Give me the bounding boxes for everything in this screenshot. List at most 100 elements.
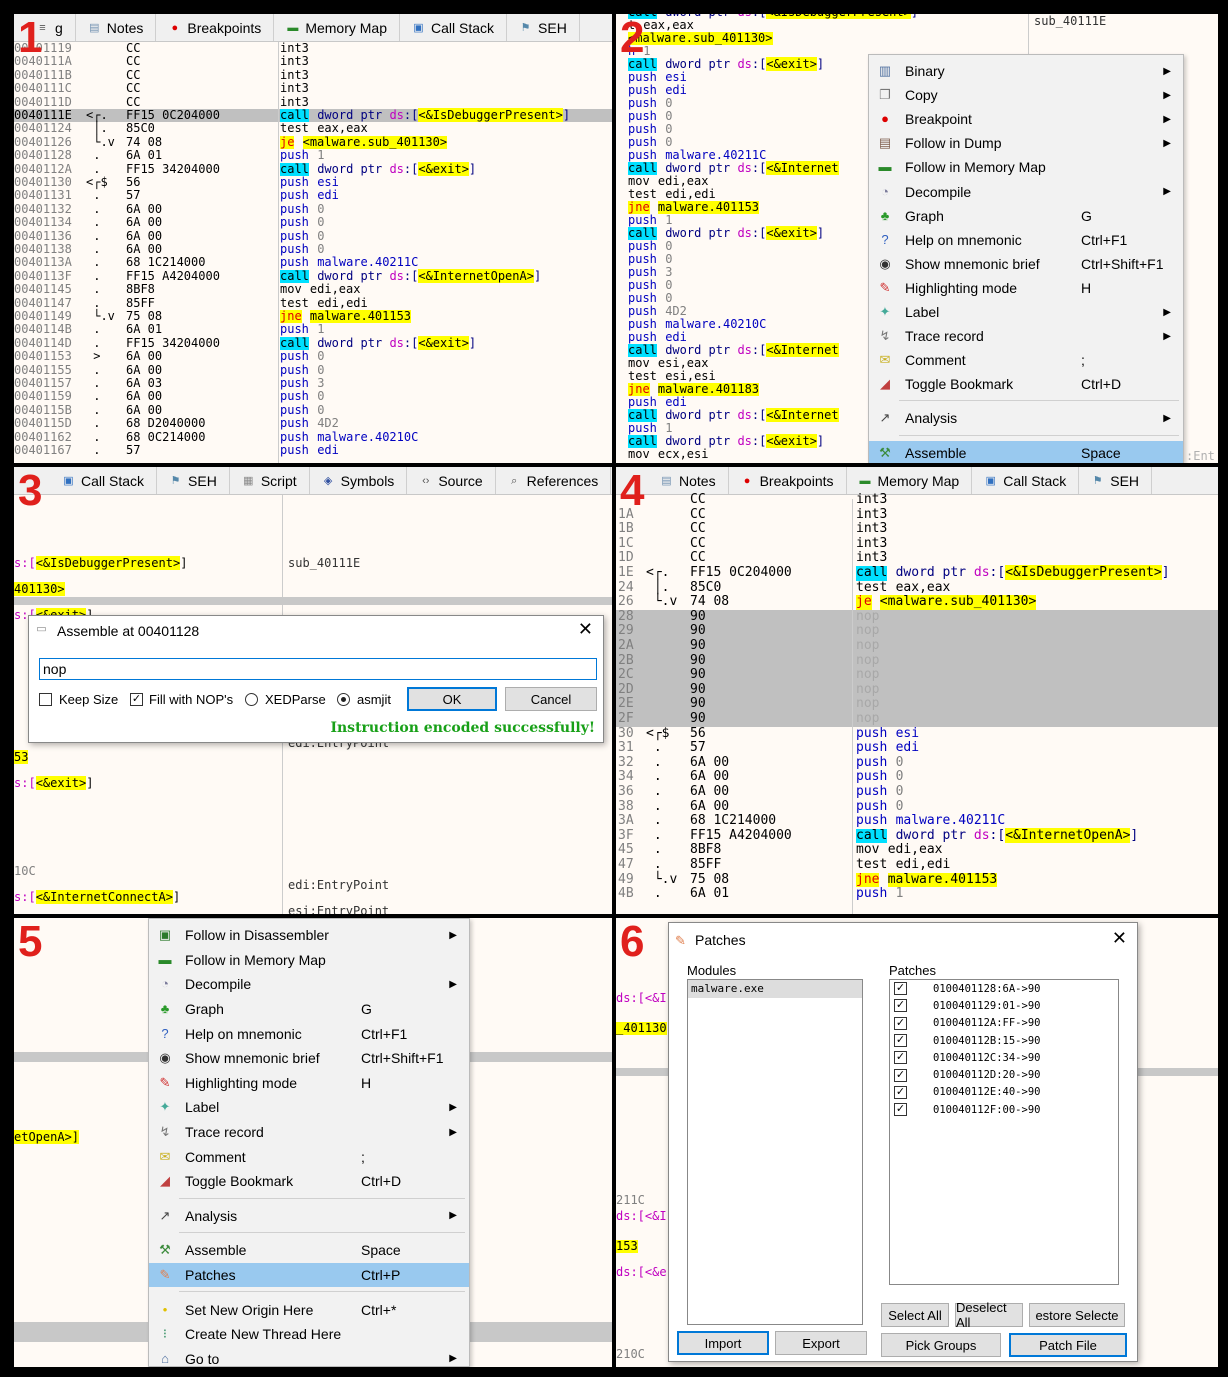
disasm-row[interactable]: 00401145 . 8BF8 mov edi,eax <box>14 282 612 296</box>
disasm-row[interactable]: 32 . 6A 00 push 0 <box>616 755 1218 771</box>
menu-item-set-new-origin-here[interactable]: • Set New Origin Here Ctrl+* <box>149 1297 469 1322</box>
menu-item-binary[interactable]: ▥ Binary ▶ <box>869 59 1183 83</box>
disasm-row[interactable]: 00401147 . 85FF test edi,edi <box>14 296 612 310</box>
tab-references[interactable]: ⌕ References <box>496 467 612 494</box>
disasm-row[interactable]: 3F . FF15 A4204000 call dword ptr ds:[<&Int… <box>616 827 1218 844</box>
disasm-row[interactable]: 47 . 85FF test edi,edi <box>616 857 1218 873</box>
disasm-row[interactable]: 00401126 └.v 74 08 je <malware.sub_401130> <box>14 135 612 150</box>
menu-item-decompile[interactable]: ◔ Decompile ▶ <box>149 972 469 997</box>
menu-item-comment[interactable]: ✉ Comment; <box>149 1144 469 1169</box>
menu-item-highlighting-mode[interactable]: ✎ Highlighting mode H <box>149 1071 469 1096</box>
menu-item-assemble[interactable]: ⚒ Assemble Space <box>869 440 1183 463</box>
menu-item-label[interactable]: ✦ Label ▶ <box>869 300 1183 324</box>
disasm-row[interactable]: 0040111B CC int3 <box>14 68 612 82</box>
patch-item[interactable]: ✓ 0100401128:6A->90 <box>890 980 1118 997</box>
deselect-all-button[interactable]: Deselect All <box>955 1300 1023 1330</box>
disasm-row[interactable]: 2F 90 nop <box>616 711 1218 727</box>
disasm-row[interactable]: 30 <┌$ 56 push esi <box>616 726 1218 742</box>
disasm-row[interactable]: <malware.sub_401130> <box>628 31 888 46</box>
disasm-row[interactable]: 31 . 57 push edi <box>616 741 1218 756</box>
menu-item-analysis[interactable]: ↗ Analysis ▶ <box>149 1204 469 1229</box>
cancel-button[interactable]: Cancel <box>505 687 597 711</box>
disasm-row[interactable]: 00401167 . 57 push edi <box>14 443 612 457</box>
menu-item-help-on-mnemonic[interactable]: ? Help on mnemonic Ctrl+F1 <box>869 228 1183 252</box>
tab-breakpoints[interactable]: ● Breakpoints <box>729 467 847 494</box>
disasm-row[interactable]: 0040111A CC int3 <box>14 54 612 68</box>
disasm-row[interactable]: 00401149 └.v 75 08 jne malware.401153 <box>14 309 612 324</box>
menu-item-follow-in-memory-map[interactable]: ▬ Follow in Memory Map <box>149 948 469 973</box>
patch-checkbox[interactable]: ✓ <box>894 1051 907 1065</box>
patch-item[interactable]: ✓ 010040112D:20->90 <box>890 1066 1118 1083</box>
disasm-row[interactable]: 24 │. 85C0 test eax,eax <box>616 580 1218 596</box>
disasm-row[interactable]: 1E <┌. FF15 0C204000 call dword ptr ds:[<&Is… <box>616 565 1218 581</box>
menu-item-assemble[interactable]: ⚒ Assemble Space <box>149 1238 469 1263</box>
menu-item-breakpoint[interactable]: ● Breakpoint ▶ <box>869 107 1183 131</box>
patch-checkbox[interactable]: ✓ <box>894 999 907 1013</box>
menu-item-create-new-thread-here[interactable]: ⁝ Create New Thread Here <box>149 1322 469 1347</box>
menu-item-trace-record[interactable]: ↯ Trace record ▶ <box>869 324 1183 348</box>
menu-item-highlighting-mode[interactable]: ✎ Highlighting mode H <box>869 276 1183 300</box>
disasm-row[interactable]: 0040114D . FF15 34204000 call dword ptr ds:… <box>14 335 612 351</box>
fill-nops-checkbox[interactable]: ✓ <box>130 691 143 707</box>
patch-item[interactable]: ✓ 010040112C:34->90 <box>890 1049 1118 1066</box>
tab-breakpoints[interactable]: ● Breakpoints <box>156 14 275 41</box>
disasm-row[interactable]: 00401162 . 68 0C214000 push malware.40210C <box>14 430 612 444</box>
disassembly-listing[interactable]: CC int3 1A CC int3 1B CC int3 1C CC int3 1D CC int3 1E… <box>616 492 1218 914</box>
patch-checkbox[interactable]: ✓ <box>894 1016 907 1030</box>
disasm-row[interactable]: 4B . 6A 01 push 1 <box>616 887 1218 902</box>
patch-item[interactable]: ✓ 0100401129:01->90 <box>890 997 1118 1014</box>
keep-size-checkbox[interactable] <box>39 691 52 707</box>
ok-button[interactable]: OK <box>407 687 497 711</box>
patch-item[interactable]: ✓ 010040112A:FF->90 <box>890 1015 1118 1032</box>
disasm-row[interactable]: CC int3 <box>616 492 1218 508</box>
disasm-row[interactable]: mov ecx,esi <box>628 447 888 461</box>
disasm-row[interactable]: 00401119 CC int3 <box>14 41 612 55</box>
disasm-row[interactable]: 0040114B . 6A 01 push 1 <box>14 322 612 336</box>
tab-call-stack[interactable]: ▣ Call Stack <box>400 14 508 41</box>
disasm-row[interactable]: 28 90 nop <box>616 609 1218 625</box>
disasm-row[interactable]: 26 └.v 74 08 je <malware.sub_401130> <box>616 595 1218 610</box>
xedparse-radio[interactable] <box>245 691 258 707</box>
disasm-row[interactable]: 00401155 . 6A 00 push 0 <box>14 363 612 377</box>
menu-item-go-to[interactable]: ⌂ Go to ▶ <box>149 1347 469 1367</box>
disasm-row[interactable]: 3A . 68 1C214000 push malware.40211C <box>616 814 1218 829</box>
menu-item-show-mnemonic-brief[interactable]: ◉ Show mnemonic brief Ctrl+Shift+F1 <box>149 1046 469 1071</box>
menu-item-toggle-bookmark[interactable]: ◢ Toggle Bookmark Ctrl+D <box>869 372 1183 396</box>
disasm-row[interactable]: 00401159 . 6A 00 push 0 <box>14 389 612 403</box>
disasm-row[interactable]: 00401124 │. 85C0 test eax,eax <box>14 121 612 135</box>
disasm-row[interactable]: 49 └.v 75 08 jne malware.401153 <box>616 872 1218 888</box>
tab-source[interactable]: ‹› Source <box>407 467 496 494</box>
disasm-row[interactable]: 0040111D CC int3 <box>14 95 612 109</box>
tab-memory-map[interactable]: ▬ Memory Map <box>847 467 973 494</box>
disasm-row[interactable]: 0040111C CC int3 <box>14 81 612 95</box>
tab-seh[interactable]: ⚑ SEH <box>507 14 580 41</box>
disasm-row[interactable]: 00401128 . 6A 01 push 1 <box>14 148 612 162</box>
tab-script[interactable]: ▦ Script <box>230 467 310 494</box>
disassembly-listing[interactable]: 00401119 CC int3 0040111A CC int3 0040111B CC in… <box>14 41 612 463</box>
close-icon[interactable]: ✕ <box>1112 928 1127 949</box>
disasm-row[interactable]: 38 . 6A 00 push 0 <box>616 799 1218 815</box>
disasm-row[interactable]: 0040113F . FF15 A4204000 call dword ptr ds:… <box>14 268 612 284</box>
tab-seh[interactable]: ⚑ SEH <box>1079 467 1153 494</box>
menu-item-graph[interactable]: ♣ Graph G <box>149 997 469 1022</box>
disasm-row[interactable]: 34 . 6A 00 push 0 <box>616 770 1218 785</box>
tab-seh[interactable]: ⚑ SEH <box>157 467 230 494</box>
tab-notes[interactable]: ▤ Notes <box>648 467 729 494</box>
disasm-row[interactable]: 2A 90 nop <box>616 638 1218 654</box>
disasm-row[interactable]: 2E 90 nop <box>616 697 1218 712</box>
disasm-row[interactable]: 0040115D . 68 D2040000 push 4D2 <box>14 416 612 430</box>
tab-symbols[interactable]: ◈ Symbols <box>310 467 408 494</box>
menu-item-trace-record[interactable]: ↯ Trace record ▶ <box>149 1120 469 1145</box>
pick-groups-button[interactable]: Pick Groups <box>881 1333 1001 1357</box>
disasm-row[interactable]: 2B 90 nop <box>616 653 1218 669</box>
menu-item-analysis[interactable]: ↗ Analysis ▶ <box>869 406 1183 430</box>
disasm-row[interactable]: 00401138 . 6A 00 push 0 <box>14 242 612 256</box>
disasm-row[interactable]: 45 . 8BF8 mov edi,eax <box>616 843 1218 858</box>
patch-checkbox[interactable]: ✓ <box>894 1085 907 1099</box>
asmjit-radio[interactable] <box>337 691 350 707</box>
disasm-row[interactable]: 1B CC int3 <box>616 522 1218 537</box>
close-icon[interactable]: ✕ <box>578 619 593 640</box>
export-button[interactable]: Export <box>775 1331 867 1355</box>
patch-checkbox[interactable]: ✓ <box>894 982 907 996</box>
patch-item[interactable]: ✓ 010040112E:40->90 <box>890 1084 1118 1101</box>
